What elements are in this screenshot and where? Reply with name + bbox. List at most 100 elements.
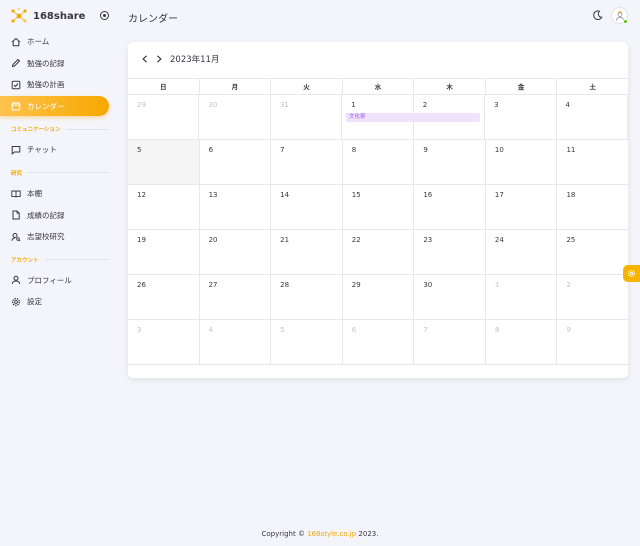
section-label: コミュニケーション [11, 127, 61, 134]
calendar-day[interactable]: 4 [200, 320, 272, 364]
checkbox-icon [11, 80, 21, 90]
weekday-header: 木 [414, 79, 486, 94]
footer-copyright: Copyright © [261, 530, 305, 538]
calendar-day[interactable]: 29 [128, 95, 200, 139]
calendar-day[interactable]: 23 [414, 230, 486, 274]
calendar-day[interactable]: 18 [557, 185, 628, 229]
calendar-day[interactable]: 4 [557, 95, 628, 139]
home-icon [11, 37, 21, 47]
sidebar-item-calendar[interactable]: カレンダー [0, 96, 109, 117]
calendar-toolbar: 2023年11月 [140, 53, 219, 65]
calendar-day[interactable]: 21 [271, 230, 343, 274]
weekday-header: 土 [589, 83, 597, 91]
calendar-day[interactable]: 17 [486, 185, 558, 229]
calendar-day[interactable]: 11 [557, 140, 628, 184]
calendar-day[interactable]: 8 [486, 320, 558, 364]
calendar-day[interactable]: 19 [128, 230, 200, 274]
sidebar-item-label: 勉強の計画 [27, 80, 65, 90]
sidebar-item-chat[interactable]: チャット [0, 140, 109, 160]
weekday-header-row: 日 月 火 水 木 金 土 [128, 78, 628, 95]
sidebar-item-label: プロフィール [27, 275, 72, 285]
calendar-week: 29 30 31 1 2 3 4 文化祭 [128, 95, 628, 140]
calendar-day[interactable]: 6 [200, 140, 272, 184]
weekday-header: 火 [271, 79, 343, 94]
calendar-day[interactable]: 1 [486, 275, 558, 319]
footer: Copyright © 168style.co.jp 2023. [0, 530, 640, 538]
sidebar-item-bookshelf[interactable]: 本棚 [0, 184, 109, 204]
page-title: カレンダー [128, 14, 178, 25]
calendar-day[interactable]: 2 [557, 275, 628, 319]
calendar-week: 5 6 7 8 9 10 11 [128, 140, 628, 185]
calendar-day[interactable]: 20 [200, 230, 272, 274]
sidebar-item-profile[interactable]: プロフィール [0, 270, 109, 290]
chat-icon [11, 145, 21, 155]
calendar-day[interactable]: 14 [271, 185, 343, 229]
calendar-day[interactable]: 13 [200, 185, 272, 229]
calendar-day[interactable]: 15 [343, 185, 415, 229]
weekday-header: 月 [200, 79, 272, 94]
calendar-day[interactable]: 3 [485, 95, 557, 139]
calendar-day[interactable]: 22 [343, 230, 415, 274]
calendar-event[interactable]: 文化祭 [346, 113, 480, 122]
pencil-icon [11, 58, 21, 68]
sidebar-item-settings[interactable]: 設定 [0, 292, 109, 312]
avatar[interactable] [611, 7, 628, 24]
moon-icon[interactable] [592, 10, 603, 21]
calendar-day[interactable]: 30 [199, 95, 271, 139]
calendar-day[interactable]: 27 [200, 275, 272, 319]
weekday-header: 水 [343, 79, 415, 94]
calendar-week: 19 20 21 22 23 24 25 [128, 230, 628, 275]
sidebar-item-label: 成績の記録 [27, 210, 65, 220]
calendar-day[interactable]: 7 [414, 320, 486, 364]
weekday-header: 日 [128, 79, 200, 94]
weekday-header: 金 [486, 79, 558, 94]
calendar-card: 2023年11月 日 月 火 水 木 金 土 29 30 31 1 2 3 4 … [128, 42, 628, 378]
brand-name: 168share [33, 10, 86, 22]
section-divider [44, 259, 108, 261]
sidebar-nav: ホーム 勉強の記録 勉強の計画 カレンダー コミュニケーション チャット 研究 … [0, 30, 116, 314]
brand[interactable]: 168share [0, 0, 116, 32]
sidebar-item-label: 志望校研究 [27, 232, 65, 242]
chevron-left-icon[interactable] [140, 54, 150, 64]
calendar-week: 26 27 28 29 30 1 2 [128, 275, 628, 320]
calendar-day[interactable]: 25 [557, 230, 628, 274]
calendar-day[interactable]: 12 [128, 185, 200, 229]
user-icon [11, 275, 21, 285]
sidebar-item-label: チャット [27, 145, 57, 155]
sidebar-item-school-research[interactable]: 志望校研究 [0, 227, 109, 247]
calendar-day[interactable]: 26 [128, 275, 200, 319]
online-status-badge [623, 19, 628, 24]
sidebar-item-study-record[interactable]: 勉強の記録 [0, 53, 109, 73]
month-title: 2023年11月 [170, 55, 220, 65]
calendar-day[interactable]: 8 [343, 140, 415, 184]
sidebar-item-label: カレンダー [27, 101, 65, 111]
customizer-button[interactable] [623, 265, 640, 282]
calendar-day[interactable]: 28 [271, 275, 343, 319]
calendar-day[interactable]: 5 [271, 320, 343, 364]
sidebar-item-study-plan[interactable]: 勉強の計画 [0, 75, 109, 95]
calendar-day[interactable]: 30 [414, 275, 486, 319]
gear-icon [627, 269, 636, 278]
calendar-day[interactable]: 3 [128, 320, 200, 364]
sidebar-item-grades[interactable]: 成績の記録 [0, 205, 109, 225]
section-divider [28, 172, 108, 174]
calendar-day[interactable]: 9 [414, 140, 486, 184]
calendar-day[interactable]: 9 [557, 320, 628, 364]
calendar-day[interactable]: 31 [271, 95, 343, 139]
calendar-day[interactable]: 10 [486, 140, 558, 184]
section-label: アカウント [11, 257, 39, 264]
calendar-day[interactable]: 24 [486, 230, 558, 274]
section-divider [66, 128, 108, 130]
footer-year: 2023. [358, 530, 379, 538]
calendar-grid: 日 月 火 水 木 金 土 29 30 31 1 2 3 4 文化祭 5 6 7… [128, 78, 628, 365]
calendar-day[interactable]: 6 [343, 320, 415, 364]
calendar-day[interactable]: 7 [271, 140, 343, 184]
calendar-day-today[interactable]: 5 [128, 140, 200, 184]
chevron-right-icon[interactable] [154, 54, 164, 64]
calendar-day[interactable]: 29 [343, 275, 415, 319]
sidebar-item-home[interactable]: ホーム [0, 32, 109, 52]
calendar-day[interactable]: 16 [414, 185, 486, 229]
sidebar-toggle-icon[interactable] [100, 11, 109, 20]
brand-logo-icon [10, 7, 28, 25]
footer-link[interactable]: 168style.co.jp [307, 530, 356, 538]
